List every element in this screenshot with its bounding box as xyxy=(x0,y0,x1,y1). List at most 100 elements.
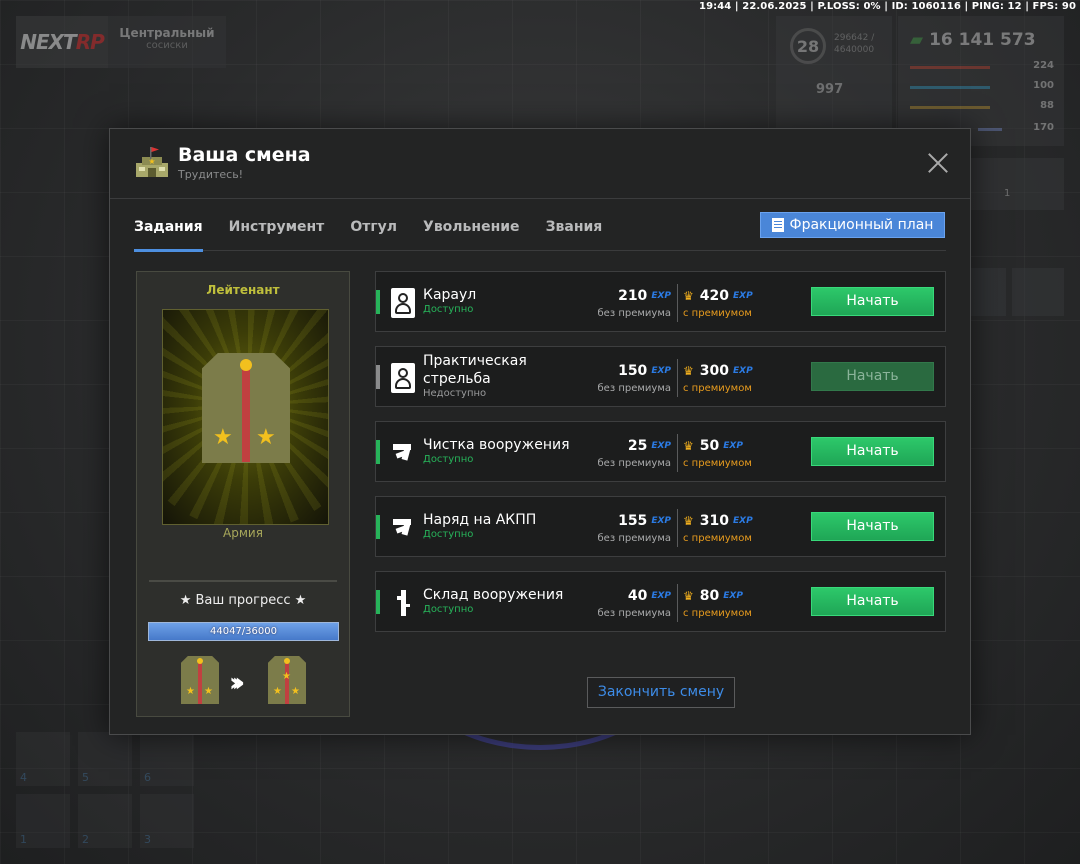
status-accent xyxy=(376,440,380,464)
tab-ranks[interactable]: Звания xyxy=(546,215,603,251)
close-icon[interactable] xyxy=(926,151,950,175)
level-xp: 296642 / 4640000 xyxy=(834,33,875,55)
progress-bar: 44047/36000 xyxy=(148,622,339,641)
task-row: Наряд на АКПП Доступно 155 EXP без премиу… xyxy=(375,496,946,557)
start-button[interactable]: Начать xyxy=(811,362,934,391)
start-button[interactable]: Начать xyxy=(811,437,934,466)
exp-value: 25 EXP xyxy=(628,438,671,454)
task-name: Склад вооружения xyxy=(423,587,564,603)
status-accent xyxy=(376,290,380,314)
rank-insignia-image: ★ ★ xyxy=(162,309,329,525)
hud-level-card: 28 296642 / 4640000 997 xyxy=(776,16,892,136)
crown-icon: ♛ xyxy=(683,514,694,528)
server-logo: NEXT RP Центральный сосиски xyxy=(16,16,226,68)
stat-bar-energy xyxy=(910,86,990,89)
strap-button xyxy=(240,359,252,371)
exp-unit: EXP xyxy=(651,516,671,526)
exp-value: 155 EXP xyxy=(618,513,671,529)
divider xyxy=(677,359,678,397)
likes-count: 997 xyxy=(816,82,844,97)
exp-number: 150 xyxy=(618,363,648,379)
with-premium-label: с премиумом xyxy=(683,608,752,619)
tab-dismissal[interactable]: Увольнение xyxy=(423,215,520,251)
finish-shift-button[interactable]: Закончить смену xyxy=(587,677,735,708)
inventory-slot: 3 xyxy=(140,794,194,848)
exp-premium-number: 300 xyxy=(699,363,729,379)
exp-unit: EXP xyxy=(651,366,671,376)
no-premium-label: без премиума xyxy=(597,383,672,394)
exp-unit: EXP xyxy=(733,366,753,376)
status-accent xyxy=(376,590,380,614)
exp-number: 25 xyxy=(627,438,648,454)
no-premium-label: без премиума xyxy=(597,533,672,544)
no-premium-label: без премиума xyxy=(597,608,672,619)
with-premium-label: с премиумом xyxy=(683,383,752,394)
rank-branch: Армия xyxy=(223,526,263,540)
with-premium-label: с премиумом xyxy=(683,308,752,319)
exp-number: 40 xyxy=(627,588,648,604)
inventory-slot-number: 5 xyxy=(82,771,89,784)
exp-unit: EXP xyxy=(733,516,753,526)
inventory-slot: 2 xyxy=(78,794,132,848)
star-icon: ★ xyxy=(256,425,276,450)
exp-premium-value: ♛ 420 EXP xyxy=(683,288,753,304)
divider xyxy=(677,509,678,547)
start-button[interactable]: Начать xyxy=(811,587,934,616)
inventory-slot-number: 4 xyxy=(20,771,27,784)
exp-premium-number: 310 xyxy=(699,513,729,529)
start-button[interactable]: Начать xyxy=(811,512,934,541)
crown-icon: ♛ xyxy=(683,439,694,453)
no-premium-label: без премиума xyxy=(597,458,672,469)
status-line: 19:44 | 22.06.2025 | P.LOSS: 0% | ID: 10… xyxy=(699,1,1076,12)
next-rank-icon: ★ ★ ★ xyxy=(268,656,306,704)
current-rank-icon: ★ ★ xyxy=(181,656,219,704)
exp-unit: EXP xyxy=(651,441,671,451)
status-accent xyxy=(376,365,380,389)
rifle-icon xyxy=(397,590,410,616)
inventory-slot: 4 xyxy=(16,732,70,786)
tab-tasks[interactable]: Задания xyxy=(134,215,203,252)
inventory-slot: 5 xyxy=(78,732,132,786)
task-name: Наряд на АКПП xyxy=(423,512,537,528)
money-icon: ▰ xyxy=(910,30,924,50)
start-button[interactable]: Начать xyxy=(811,287,934,316)
strap-stripe xyxy=(242,362,250,462)
exp-unit: EXP xyxy=(651,591,671,601)
exp-premium-number: 420 xyxy=(699,288,729,304)
tab-leave[interactable]: Отгул xyxy=(350,215,397,251)
task-status: Доступно xyxy=(423,304,474,315)
task-name: Практическая xyxy=(423,353,527,369)
task-name: Чистка вооружения xyxy=(423,437,570,453)
faction-plan-button[interactable]: Фракционный план xyxy=(760,212,945,238)
task-name: Караул xyxy=(423,287,477,303)
modal-header: ★ Ваша смена Трудитесь! xyxy=(110,129,970,199)
exp-premium-number: 50 xyxy=(699,438,720,454)
exp-premium-value: ♛ 300 EXP xyxy=(683,363,753,379)
tab-tools[interactable]: Инструмент xyxy=(229,215,325,251)
inventory-slot-number: 3 xyxy=(144,833,151,846)
document-icon xyxy=(771,218,784,232)
crown-icon: ♛ xyxy=(683,589,694,603)
exp-unit: EXP xyxy=(733,291,753,301)
chevrons-right-icon: ››› xyxy=(229,668,245,698)
crown-icon: ♛ xyxy=(683,364,694,378)
stat-value-health: 224 xyxy=(1033,60,1054,71)
task-row: Чистка вооружения Доступно 25 EXP без пре… xyxy=(375,421,946,482)
inventory-slot-number: 2 xyxy=(82,833,89,846)
exp-premium-value: ♛ 50 EXP xyxy=(683,438,743,454)
exp-value: 40 EXP xyxy=(628,588,671,604)
money-value: 16 141 573 xyxy=(929,30,1036,50)
logo: NEXT RP xyxy=(16,16,108,68)
level-badge: 28 xyxy=(790,28,826,64)
money: ▰ 16 141 573 xyxy=(910,30,1036,50)
target-icon xyxy=(391,363,415,393)
divider xyxy=(677,434,678,472)
shift-modal: ★ Ваша смена Трудитесь! Задания Инструме… xyxy=(109,128,971,735)
modal-title: Ваша смена xyxy=(178,144,311,166)
inventory-bar: 4 5 6 1 2 3 xyxy=(16,732,194,848)
star-icon: ★ xyxy=(213,425,233,450)
rank-card: Лейтенант ★ ★ Армия ★ Ваш прогресс ★ 440… xyxy=(136,271,350,717)
server-sub: сосиски xyxy=(146,40,188,51)
pistol-icon xyxy=(393,444,411,461)
with-premium-label: с премиумом xyxy=(683,458,752,469)
